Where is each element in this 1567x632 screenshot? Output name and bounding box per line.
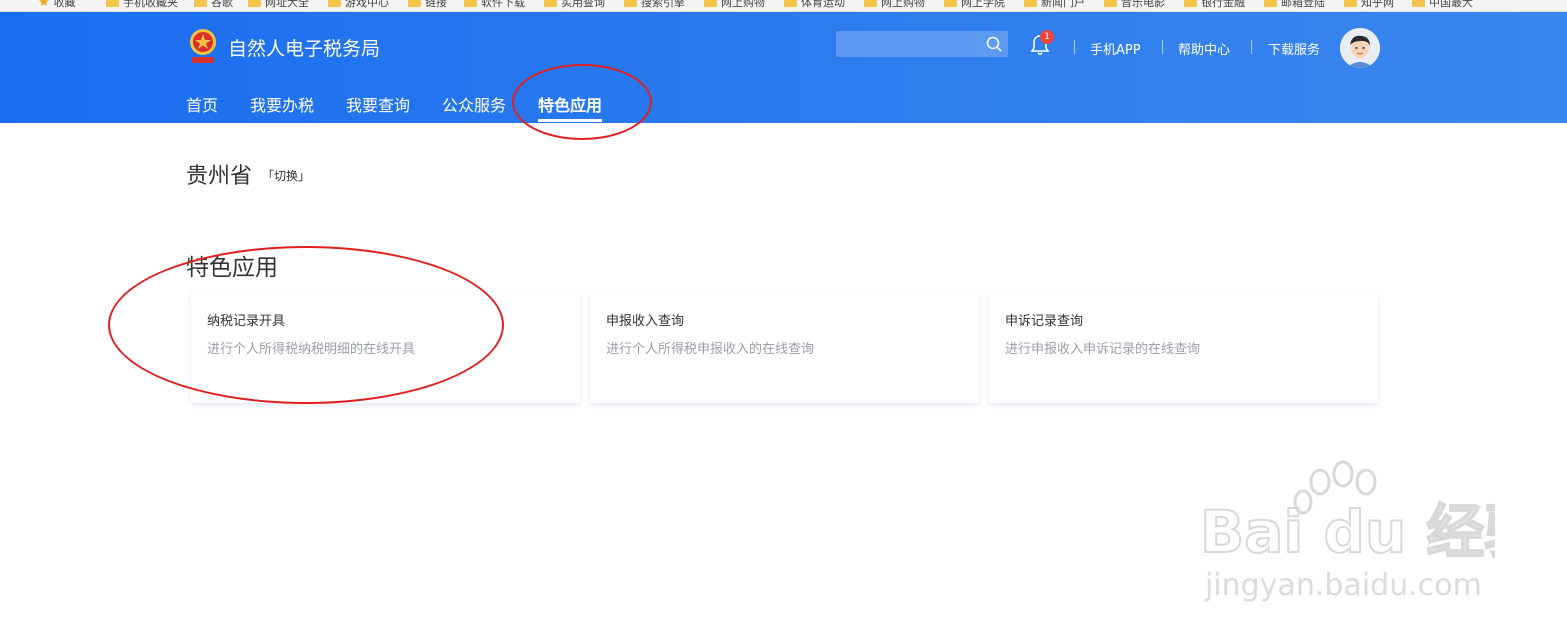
card-declared-income-query[interactable]: 申报收入查询 进行个人所得税申报收入的在线查询 — [590, 292, 979, 403]
folder-icon — [944, 0, 957, 7]
user-avatar-icon — [1340, 28, 1380, 68]
nav-featured-apps[interactable]: 特色应用 — [538, 92, 602, 116]
bookmark-item[interactable]: 知乎网 — [1344, 0, 1394, 10]
bookmark-item[interactable]: 邮箱登陆 — [1264, 0, 1325, 10]
card-description: 进行申报收入申诉记录的在线查询 — [1005, 342, 1201, 357]
folder-icon — [248, 0, 261, 7]
bookmark-item[interactable]: 网上购物 — [864, 0, 925, 10]
card-description: 进行个人所得税申报收入的在线查询 — [606, 342, 815, 357]
star-icon: ★ — [38, 0, 50, 10]
bookmark-item[interactable]: 网上购物 — [704, 0, 765, 10]
folder-icon — [408, 0, 421, 7]
bookmark-item[interactable]: 游戏中心 — [328, 0, 389, 10]
bookmark-item[interactable]: 链接 — [408, 0, 447, 10]
folder-icon — [106, 0, 119, 7]
help-center-link[interactable]: 帮助中心 — [1178, 39, 1230, 58]
card-title: 申诉记录查询 — [1005, 314, 1084, 329]
active-nav-indicator — [538, 119, 602, 122]
folder-icon — [784, 0, 797, 7]
bookmark-item[interactable]: 银行金融 — [1184, 0, 1245, 10]
folder-icon — [704, 0, 717, 7]
bookmarks-bar: ★ 收藏 手机收藏夹 谷歌 网址大全 游戏中心 链接 软件下载 实用查询 搜索引擎… — [0, 0, 1567, 12]
bookmark-item[interactable]: 网址大全 — [248, 0, 309, 10]
download-service-link[interactable]: 下载服务 — [1268, 39, 1320, 58]
tax-emblem-icon[interactable] — [186, 26, 220, 66]
watermark-url: jingyan.baidu.com — [1204, 568, 1482, 603]
folder-icon — [1264, 0, 1277, 7]
nav-home[interactable]: 首页 — [186, 92, 218, 116]
mobile-app-link[interactable]: 手机APP — [1090, 39, 1141, 58]
card-title: 纳税记录开具 — [207, 314, 286, 329]
notification-badge: 1 — [1040, 30, 1054, 44]
bookmark-item[interactable]: 网上学院 — [944, 0, 1005, 10]
divider — [1074, 40, 1075, 54]
folder-icon — [544, 0, 557, 7]
card-title: 申报收入查询 — [606, 314, 685, 329]
bookmark-item[interactable]: 搜索引擎 — [624, 0, 685, 10]
bookmark-item[interactable]: 软件下载 — [464, 0, 525, 10]
card-description: 进行个人所得税纳税明细的在线开具 — [207, 342, 416, 357]
province-name: 贵州省 — [186, 164, 253, 189]
bookmark-favorites[interactable]: ★ 收藏 — [38, 0, 76, 10]
folder-icon — [328, 0, 341, 7]
folder-icon — [864, 0, 877, 7]
site-header: 自然人电子税务局 1 手机APP 帮助中心 下载服务 首页 我要办税 我要查询 … — [0, 12, 1567, 123]
province-switch-link[interactable]: 「切换」 — [262, 167, 310, 184]
nav-tax-handling[interactable]: 我要办税 — [250, 92, 314, 116]
bookmark-item[interactable]: 体育运动 — [784, 0, 845, 10]
bookmark-item[interactable]: 新闻门户 — [1024, 0, 1085, 10]
folder-icon — [464, 0, 477, 7]
card-appeal-record-query[interactable]: 申诉记录查询 进行申报收入申诉记录的在线查询 — [989, 292, 1378, 403]
folder-icon — [1344, 0, 1357, 7]
section-title: 特色应用 — [186, 255, 278, 281]
bookmark-item[interactable]: 手机收藏夹 — [106, 0, 178, 10]
nav-query[interactable]: 我要查询 — [346, 92, 410, 116]
divider — [1162, 40, 1163, 54]
folder-icon — [624, 0, 637, 7]
search-input[interactable] — [836, 31, 1008, 57]
baidu-jingyan-watermark: Bai du 经验 jingyan.baidu.com — [1199, 460, 1495, 603]
folder-icon — [1024, 0, 1037, 7]
card-tax-record-issue[interactable]: 纳税记录开具 进行个人所得税纳税明细的在线开具 — [191, 292, 580, 403]
folder-icon — [1412, 0, 1425, 7]
bookmark-item[interactable]: 谷歌 — [194, 0, 233, 10]
search-icon[interactable] — [986, 36, 1002, 52]
bookmark-item[interactable]: 中国最大 — [1412, 0, 1473, 10]
nav-public-service[interactable]: 公众服务 — [442, 92, 506, 116]
bookmark-item[interactable]: 音乐电影 — [1104, 0, 1165, 10]
divider — [1251, 40, 1252, 54]
user-avatar[interactable] — [1340, 28, 1380, 68]
folder-icon — [1184, 0, 1197, 7]
folder-icon — [1104, 0, 1117, 7]
folder-icon — [194, 0, 207, 7]
bookmark-item[interactable]: 实用查询 — [544, 0, 605, 10]
watermark-brand: Bai du 经验 — [1200, 498, 1495, 566]
site-title[interactable]: 自然人电子税务局 — [228, 34, 380, 61]
